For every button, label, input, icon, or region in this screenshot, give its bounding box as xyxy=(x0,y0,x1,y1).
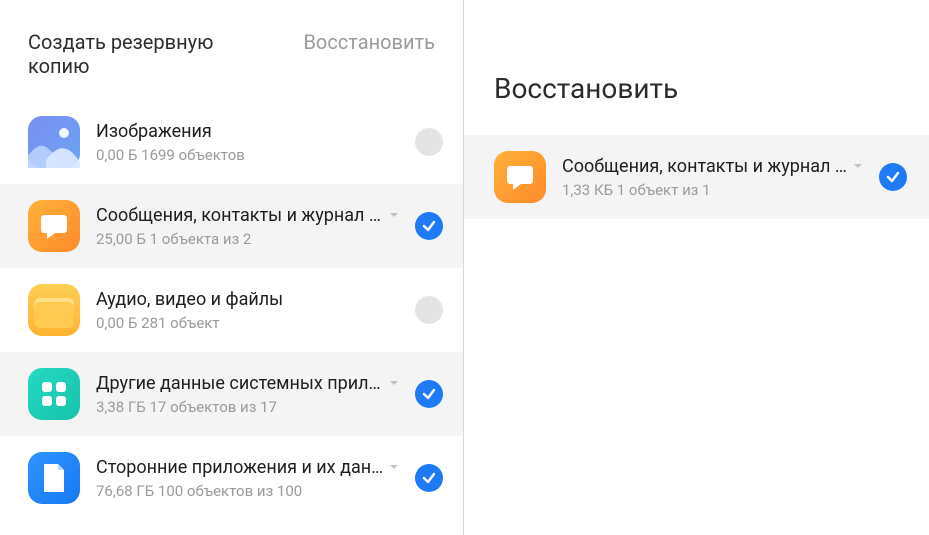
item-subtitle: 3,38 ГБ 17 объектов из 17 xyxy=(96,398,399,416)
item-subtitle: 1,33 КБ 1 объект из 1 xyxy=(562,181,863,199)
list-item-thirdparty-apps[interactable]: Сторонние приложения и их данн… 76,68 ГБ… xyxy=(0,436,463,520)
list-item-images[interactable]: Изображения 0,00 Б 1699 объектов xyxy=(0,100,463,184)
messages-icon xyxy=(28,200,80,252)
restore-panel: Восстановить Сообщения, контакты и журна… xyxy=(464,0,929,535)
checkbox[interactable] xyxy=(879,163,907,191)
item-subtitle: 0,00 Б 281 объект xyxy=(96,314,399,332)
list-item-messages[interactable]: Сообщения, контакты и журнал в… 1,33 КБ … xyxy=(464,135,929,219)
messages-icon xyxy=(494,151,546,203)
page-title: Восстановить xyxy=(464,0,929,135)
chevron-down-icon xyxy=(389,378,399,388)
item-title: Сообщения, контакты и журнал в… xyxy=(562,156,849,177)
check-icon xyxy=(421,470,437,486)
item-subtitle: 76,68 ГБ 100 объектов из 100 xyxy=(96,482,399,500)
item-text: Сторонние приложения и их данн… 76,68 ГБ… xyxy=(96,457,399,500)
item-subtitle: 25,00 Б 1 объекта из 2 xyxy=(96,230,399,248)
chevron-down-icon xyxy=(853,161,863,171)
check-icon xyxy=(421,218,437,234)
item-title: Изображения xyxy=(96,121,212,142)
backup-panel: Создать резервную копию Восстановить Изо… xyxy=(0,0,464,535)
checkbox[interactable] xyxy=(415,128,443,156)
document-icon xyxy=(28,452,80,504)
tab-backup[interactable]: Создать резервную копию xyxy=(28,30,279,78)
item-text: Изображения 0,00 Б 1699 объектов xyxy=(96,121,399,164)
list-item-system-apps[interactable]: Другие данные системных прило… 3,38 ГБ 1… xyxy=(0,352,463,436)
list-item-messages[interactable]: Сообщения, контакты и журнал в… 25,00 Б … xyxy=(0,184,463,268)
checkbox[interactable] xyxy=(415,212,443,240)
chevron-down-icon xyxy=(389,462,399,472)
check-icon xyxy=(421,386,437,402)
system-apps-icon xyxy=(28,368,80,420)
item-title: Аудио, видео и файлы xyxy=(96,289,283,310)
checkbox[interactable] xyxy=(415,464,443,492)
folder-icon xyxy=(28,284,80,336)
item-text: Сообщения, контакты и журнал в… 1,33 КБ … xyxy=(562,156,863,199)
item-title: Сторонние приложения и их данн… xyxy=(96,457,385,478)
item-title: Сообщения, контакты и журнал в… xyxy=(96,205,385,226)
item-title: Другие данные системных прило… xyxy=(96,373,385,394)
chevron-down-icon xyxy=(389,210,399,220)
tab-restore[interactable]: Восстановить xyxy=(303,30,435,78)
item-text: Другие данные системных прило… 3,38 ГБ 1… xyxy=(96,373,399,416)
checkbox[interactable] xyxy=(415,296,443,324)
item-text: Аудио, видео и файлы 0,00 Б 281 объект xyxy=(96,289,399,332)
item-subtitle: 0,00 Б 1699 объектов xyxy=(96,146,399,164)
images-icon xyxy=(28,116,80,168)
list-item-files[interactable]: Аудио, видео и файлы 0,00 Б 281 объект xyxy=(0,268,463,352)
item-text: Сообщения, контакты и журнал в… 25,00 Б … xyxy=(96,205,399,248)
tabs: Создать резервную копию Восстановить xyxy=(0,0,463,100)
check-icon xyxy=(885,169,901,185)
checkbox[interactable] xyxy=(415,380,443,408)
